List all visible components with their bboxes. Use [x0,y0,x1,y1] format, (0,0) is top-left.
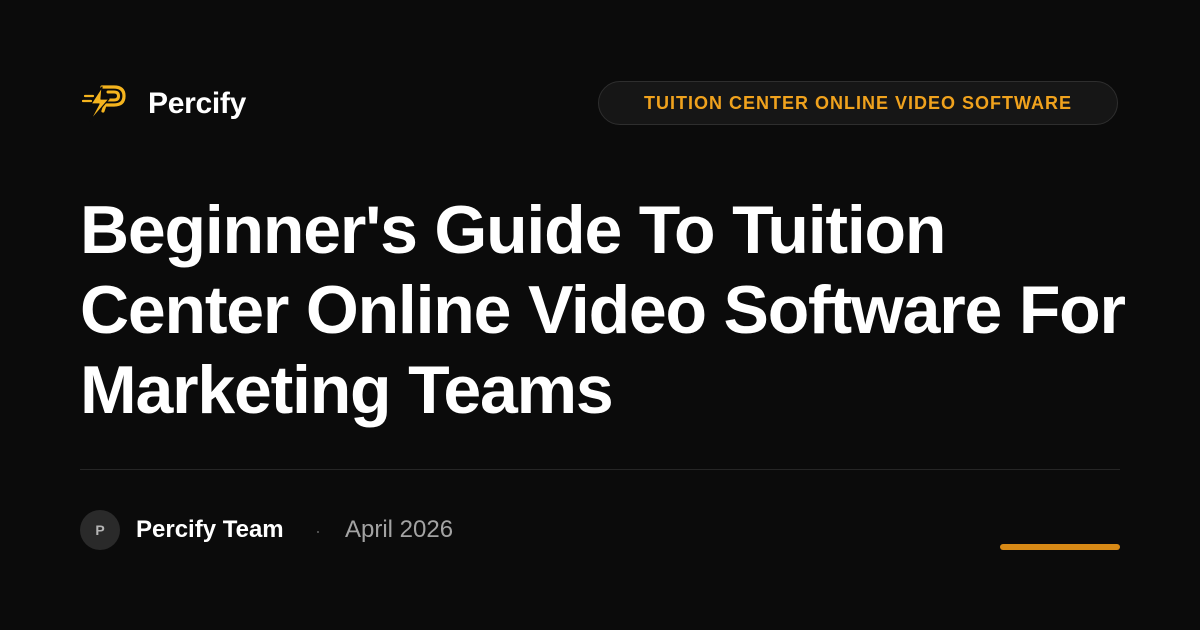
author-name[interactable]: Percify Team [136,516,284,544]
publish-date: April 2026 [345,516,454,543]
divider [80,469,1120,470]
category-badge[interactable]: TUITION CENTER ONLINE VIDEO SOFTWARE [598,81,1118,125]
lightning-p-logo-icon [82,85,126,122]
article-title: Beginner's Guide To Tuition Center Onlin… [80,192,1126,428]
accent-bar [1000,544,1120,550]
author-avatar: P [80,510,120,550]
og-card: Percify TUITION CENTER ONLINE VIDEO SOFT… [0,0,1200,630]
meta-separator: · [315,521,321,541]
brand-name: Percify [148,87,246,120]
brand[interactable]: Percify [82,84,246,124]
